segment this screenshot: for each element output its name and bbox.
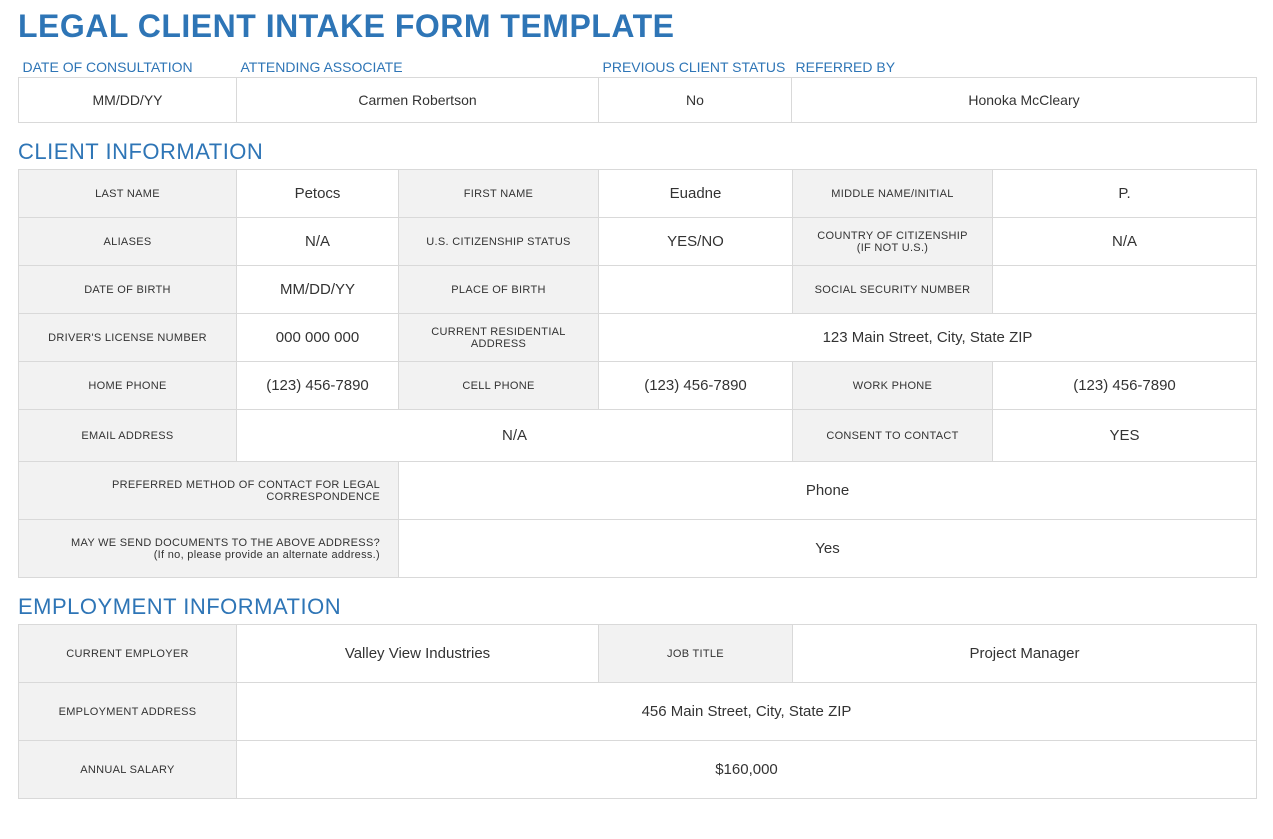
label-address: CURRENT RESIDENTIAL ADDRESS xyxy=(399,314,599,362)
header-date: DATE OF CONSULTATION xyxy=(19,53,237,78)
value-send[interactable]: Yes xyxy=(399,520,1257,578)
label-preferred-line2: CORRESPONDENCE xyxy=(266,491,380,503)
value-work-phone[interactable]: (123) 456-7890 xyxy=(993,362,1257,410)
header-associate: ATTENDING ASSOCIATE xyxy=(237,53,599,78)
label-pob: PLACE OF BIRTH xyxy=(399,266,599,314)
value-preferred[interactable]: Phone xyxy=(399,462,1257,520)
label-email: EMAIL ADDRESS xyxy=(19,410,237,462)
value-email[interactable]: N/A xyxy=(237,410,793,462)
section-client-info: CLIENT INFORMATION xyxy=(18,139,1255,165)
label-send-line2: (If no, please provide an alternate addr… xyxy=(154,549,380,561)
value-aliases[interactable]: N/A xyxy=(237,218,399,266)
value-first-name[interactable]: Euadne xyxy=(599,170,793,218)
value-last-name[interactable]: Petocs xyxy=(237,170,399,218)
label-home-phone: HOME PHONE xyxy=(19,362,237,410)
value-employer[interactable]: Valley View Industries xyxy=(237,625,599,683)
label-country: COUNTRY OF CITIZENSHIP (IF NOT U.S.) xyxy=(793,218,993,266)
value-cell-phone[interactable]: (123) 456-7890 xyxy=(599,362,793,410)
consultation-table: DATE OF CONSULTATION ATTENDING ASSOCIATE… xyxy=(18,53,1257,123)
value-address[interactable]: 123 Main Street, City, State ZIP xyxy=(599,314,1257,362)
value-dob[interactable]: MM/DD/YY xyxy=(237,266,399,314)
label-country-line2: (IF NOT U.S.) xyxy=(801,242,984,254)
label-middle: MIDDLE NAME/INITIAL xyxy=(793,170,993,218)
value-home-phone[interactable]: (123) 456-7890 xyxy=(237,362,399,410)
page-title: LEGAL CLIENT INTAKE FORM TEMPLATE xyxy=(18,8,1255,45)
value-dln[interactable]: 000 000 000 xyxy=(237,314,399,362)
label-employer: CURRENT EMPLOYER xyxy=(19,625,237,683)
label-ssn: SOCIAL SECURITY NUMBER xyxy=(793,266,993,314)
value-ssn[interactable] xyxy=(993,266,1257,314)
label-dln: DRIVER'S LICENSE NUMBER xyxy=(19,314,237,362)
label-salary: ANNUAL SALARY xyxy=(19,741,237,799)
label-first-name: FIRST NAME xyxy=(399,170,599,218)
section-employment-info: EMPLOYMENT INFORMATION xyxy=(18,594,1255,620)
label-send: MAY WE SEND DOCUMENTS TO THE ABOVE ADDRE… xyxy=(19,520,399,578)
value-previous[interactable]: No xyxy=(599,78,792,123)
value-country[interactable]: N/A xyxy=(993,218,1257,266)
value-emp-address[interactable]: 456 Main Street, City, State ZIP xyxy=(237,683,1257,741)
label-job-title: JOB TITLE xyxy=(599,625,793,683)
value-referred[interactable]: Honoka McCleary xyxy=(792,78,1257,123)
label-preferred-line1: PREFERRED METHOD OF CONTACT FOR LEGAL xyxy=(112,479,380,491)
label-send-line1: MAY WE SEND DOCUMENTS TO THE ABOVE ADDRE… xyxy=(71,537,380,549)
employment-info-table: CURRENT EMPLOYER Valley View Industries … xyxy=(18,624,1257,799)
label-cell-phone: CELL PHONE xyxy=(399,362,599,410)
label-last-name: LAST NAME xyxy=(19,170,237,218)
header-referred: REFERRED BY xyxy=(792,53,1257,78)
label-country-line1: COUNTRY OF CITIZENSHIP xyxy=(817,230,967,242)
value-citizenship[interactable]: YES/NO xyxy=(599,218,793,266)
label-aliases: ALIASES xyxy=(19,218,237,266)
value-associate[interactable]: Carmen Robertson xyxy=(237,78,599,123)
label-preferred: PREFERRED METHOD OF CONTACT FOR LEGAL CO… xyxy=(19,462,399,520)
label-dob: DATE OF BIRTH xyxy=(19,266,237,314)
client-info-table: LAST NAME Petocs FIRST NAME Euadne MIDDL… xyxy=(18,169,1257,578)
value-job-title[interactable]: Project Manager xyxy=(793,625,1257,683)
value-middle[interactable]: P. xyxy=(993,170,1257,218)
value-pob[interactable] xyxy=(599,266,793,314)
value-consent[interactable]: YES xyxy=(993,410,1257,462)
label-consent: CONSENT TO CONTACT xyxy=(793,410,993,462)
value-date[interactable]: MM/DD/YY xyxy=(19,78,237,123)
value-salary[interactable]: $160,000 xyxy=(237,741,1257,799)
header-previous: PREVIOUS CLIENT STATUS xyxy=(599,53,792,78)
label-citizenship: U.S. CITIZENSHIP STATUS xyxy=(399,218,599,266)
label-work-phone: WORK PHONE xyxy=(793,362,993,410)
label-emp-address: EMPLOYMENT ADDRESS xyxy=(19,683,237,741)
